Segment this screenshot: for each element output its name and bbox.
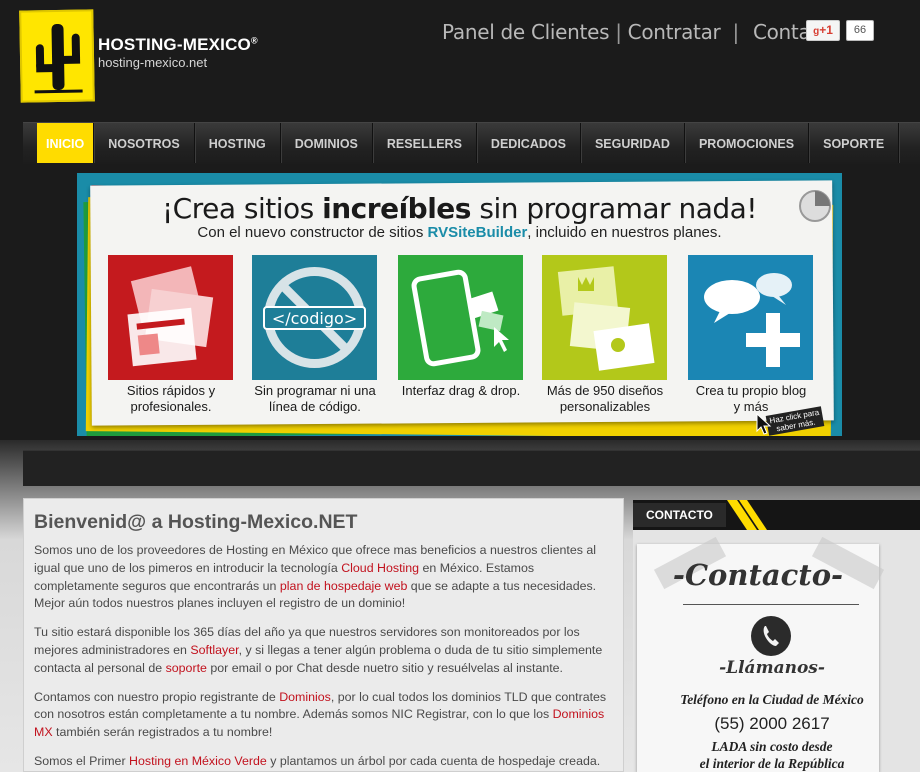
gplus-button[interactable]: g+1 xyxy=(806,20,840,41)
nav-promociones[interactable]: PROMOCIONES xyxy=(685,123,810,163)
separator-bar xyxy=(23,450,920,486)
tablet-drag-icon xyxy=(398,255,523,380)
nav-dominios[interactable]: DOMINIOS xyxy=(281,123,373,163)
tile-no-code[interactable]: </codigo> xyxy=(252,255,377,380)
nav-hosting[interactable]: HOSTING xyxy=(195,123,281,163)
city-phone-label: Teléfono en la Ciudad de México xyxy=(680,692,864,707)
paragraph-intro: Somos uno de los proveedores de Hosting … xyxy=(34,543,597,611)
topnav-separator: | xyxy=(615,20,622,44)
tab-stripes-icon xyxy=(727,500,767,530)
brand-url[interactable]: hosting-mexico.net xyxy=(98,55,207,70)
paragraph-domains: Contamos con nuestro propio registrante … xyxy=(34,689,607,740)
hosting-plan-link[interactable]: plan de hospedaje web xyxy=(280,579,407,593)
banner-title: ¡Crea sitios increíbles sin programar na… xyxy=(161,192,758,225)
logo-cactus-icon[interactable] xyxy=(19,9,95,103)
welcome-section: Bienvenid@ a Hosting-Mexico.NET Somos un… xyxy=(23,498,624,772)
softlayer-link[interactable]: Softlayer xyxy=(190,643,238,657)
contact-note: -Contacto- -Llámanos- Teléfono en la Ciu… xyxy=(637,536,885,772)
nav-seguridad[interactable]: SEGURIDAD xyxy=(581,123,685,163)
design-cards-icon xyxy=(542,255,667,380)
contratar-link[interactable]: Contratar xyxy=(628,20,721,44)
sidebar-tab-contacto[interactable]: CONTACTO xyxy=(633,503,726,527)
call-us-heading: -Llámanos- xyxy=(719,658,825,678)
tile-caption: Interfaz drag & drop. xyxy=(401,383,521,398)
tile-caption: Sin programar ni una línea de código. xyxy=(254,383,376,414)
banner-subtitle: Con el nuevo constructor de sitios RVSit… xyxy=(197,224,722,241)
gplus-count: 66 xyxy=(846,20,874,41)
support-link[interactable]: soporte xyxy=(166,661,207,675)
nav-nosotros[interactable]: NOSOTROS xyxy=(94,123,195,163)
phone-number[interactable]: (55) 2000 2617 xyxy=(637,714,907,734)
browser-windows-icon xyxy=(108,255,233,380)
welcome-heading: Bienvenid@ a Hosting-Mexico.NET xyxy=(34,511,358,533)
tile-fast-sites[interactable] xyxy=(108,255,233,380)
tile-caption: Más de 950 diseños personalizables xyxy=(546,383,664,414)
chat-plus-icon xyxy=(688,255,813,380)
sidebar-header: CONTACTO xyxy=(633,500,920,530)
topnav-separator: | xyxy=(732,20,739,44)
title-underline xyxy=(683,604,859,605)
nav-resellers[interactable]: RESELLERS xyxy=(373,123,477,163)
brand-name[interactable]: HOSTING-MEXICO® xyxy=(98,35,258,55)
tile-designs[interactable] xyxy=(542,255,667,380)
promo-banner[interactable]: ¡Crea sitios increíbles sin programar na… xyxy=(77,173,842,436)
panel-clientes-link[interactable]: Panel de Clientes xyxy=(442,20,610,44)
domains-link[interactable]: Dominios xyxy=(279,690,331,704)
green-hosting-link[interactable]: Hosting en México Verde xyxy=(129,754,267,768)
toll-free-label: LADA sin costo desde el interior de la Re… xyxy=(699,739,845,771)
main-navigation: INICIO NOSOTROS HOSTING DOMINIOS RESELLE… xyxy=(23,122,920,164)
nav-inicio[interactable]: INICIO xyxy=(37,123,95,163)
cursor-arrow-icon xyxy=(756,413,772,435)
tile-caption: Sitios rápidos y profesionales. xyxy=(126,383,216,414)
contact-title: -Contacto- xyxy=(672,558,844,592)
paragraph-green: Somos el Primer Hosting en México Verde … xyxy=(34,753,601,768)
top-navigation: Panel de Clientes | Contratar | Contacto xyxy=(442,20,841,44)
svg-text:</codigo>: </codigo> xyxy=(272,309,357,328)
nav-soporte[interactable]: SOPORTE xyxy=(809,123,900,163)
paragraph-availability: Tu sitio estará disponible los 365 días … xyxy=(34,625,603,675)
nav-dedicados[interactable]: DEDICADOS xyxy=(477,123,581,163)
phone-icon xyxy=(751,616,791,656)
tile-blog[interactable] xyxy=(688,255,813,380)
no-code-icon: </codigo> xyxy=(252,255,377,380)
cloud-hosting-link[interactable]: Cloud Hosting xyxy=(341,561,419,575)
tile-drag-drop[interactable] xyxy=(398,255,523,380)
